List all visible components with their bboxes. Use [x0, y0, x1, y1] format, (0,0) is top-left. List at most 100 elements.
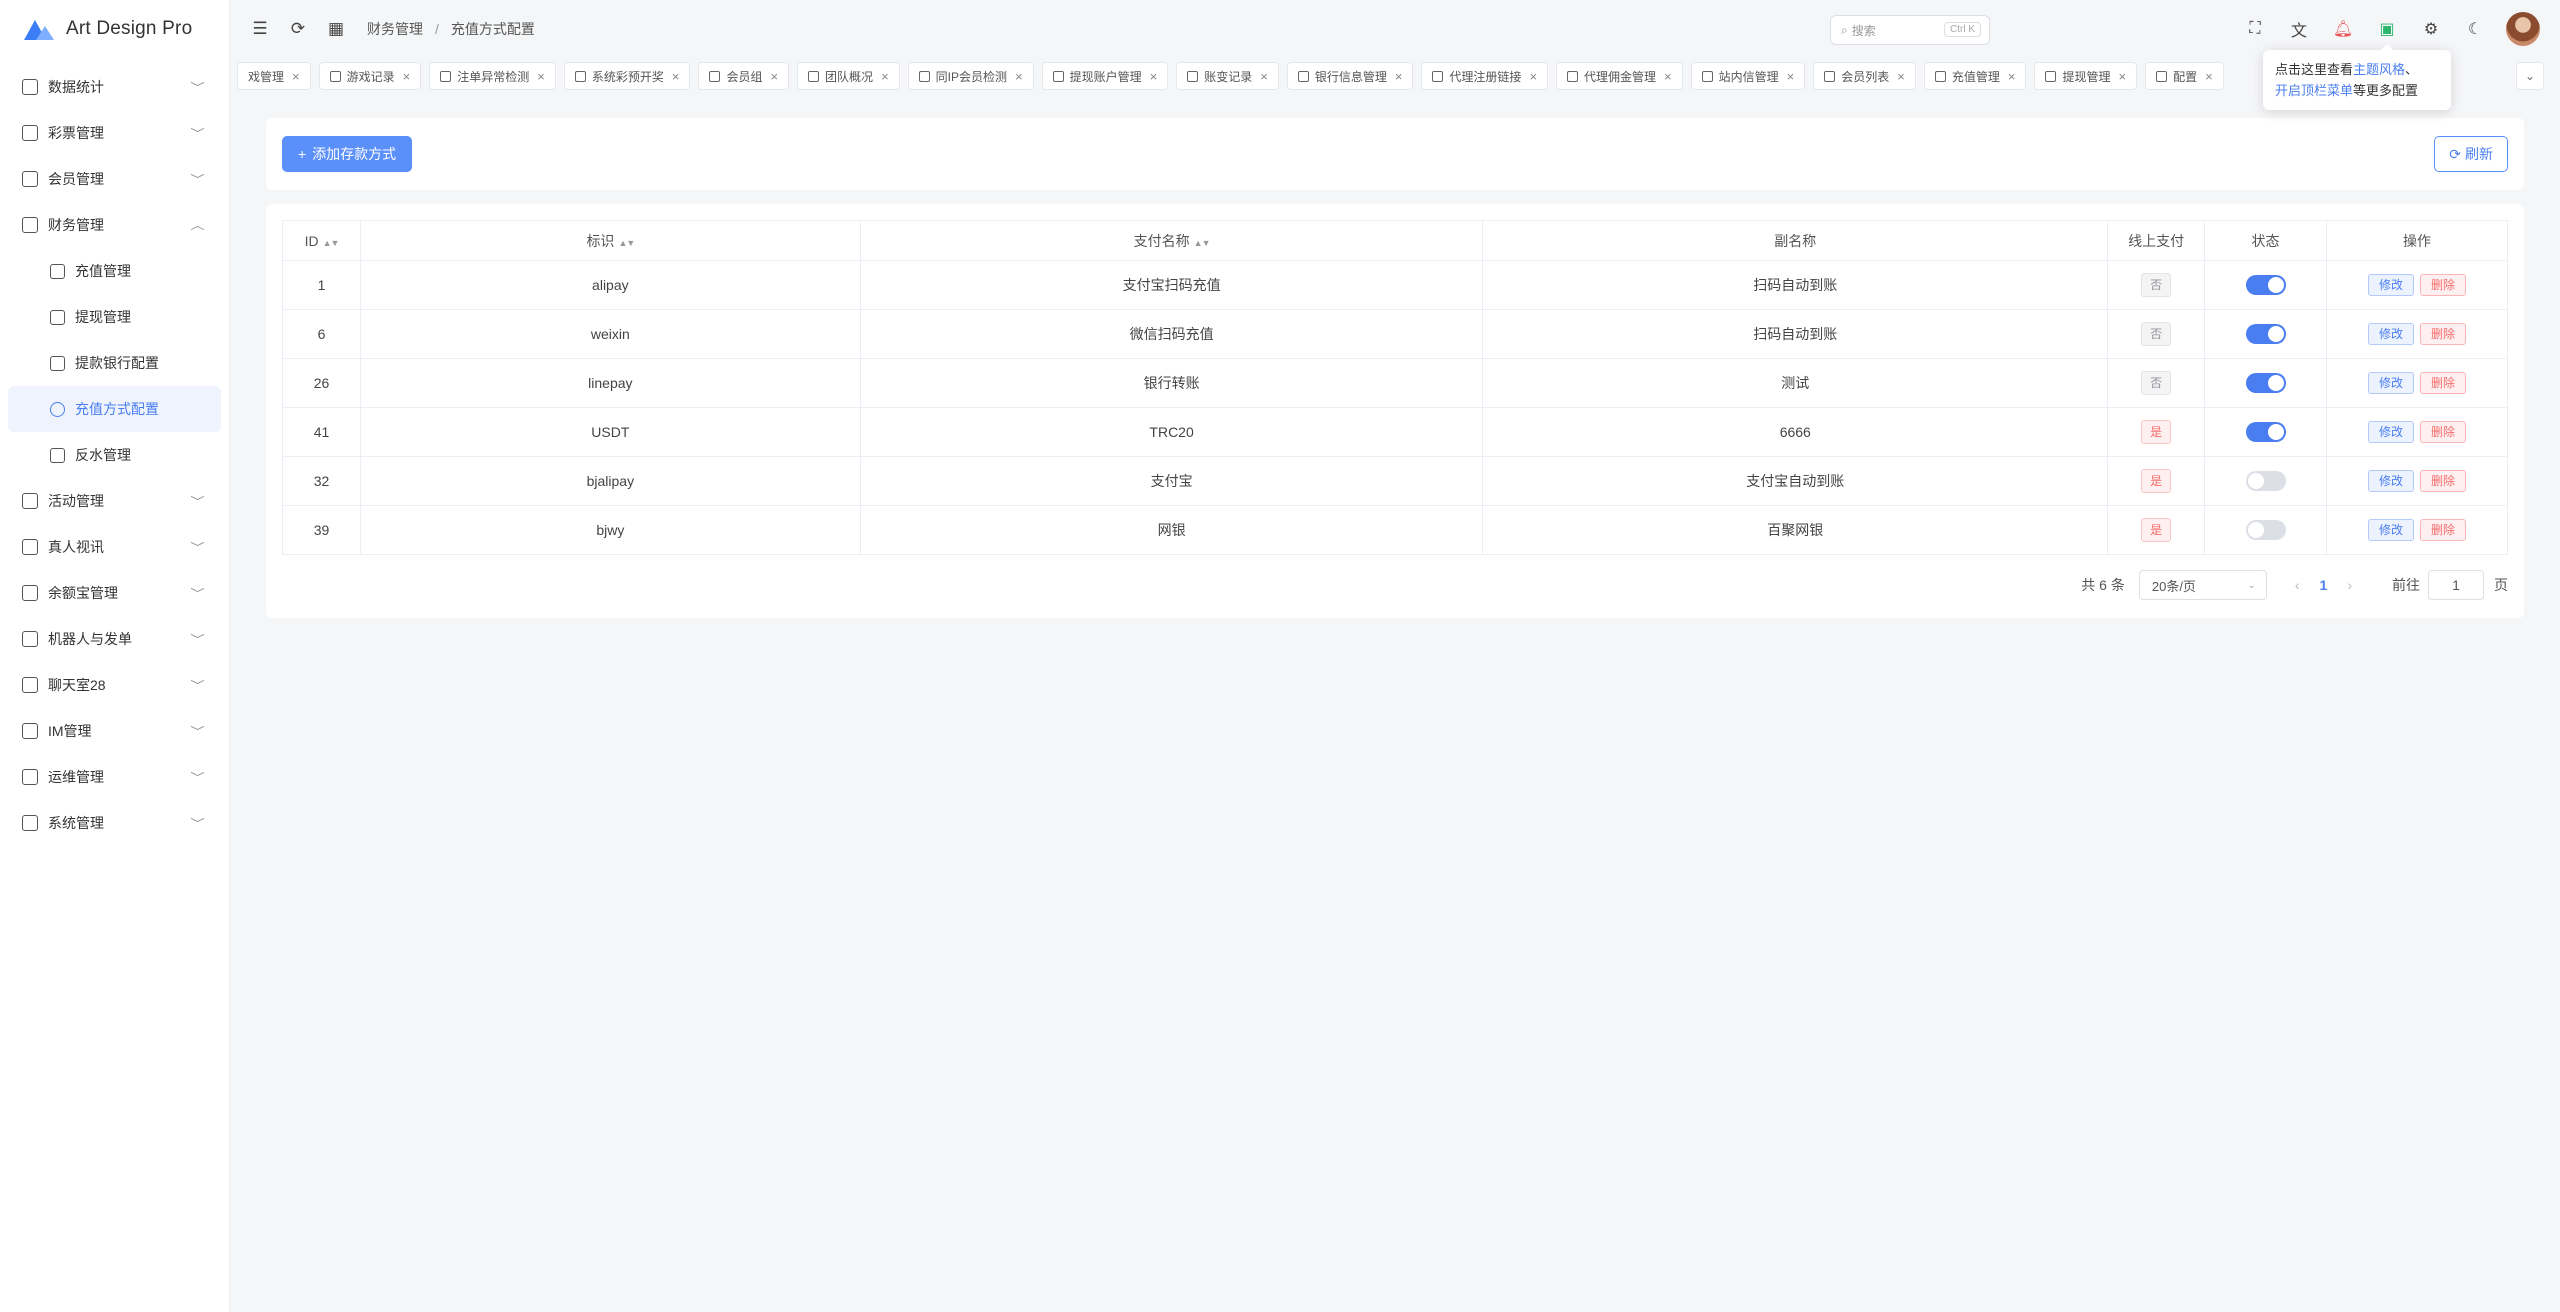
sidebar-subitem[interactable]: 充值方式配置: [8, 386, 221, 432]
close-icon[interactable]: ×: [1529, 69, 1537, 84]
tab[interactable]: 代理佣金管理 ×: [1556, 62, 1683, 90]
edit-button[interactable]: 修改: [2368, 470, 2415, 492]
tab[interactable]: 会员列表 ×: [1813, 62, 1916, 90]
sidebar-subitem[interactable]: 反水管理: [8, 432, 221, 478]
sidebar-item[interactable]: 聊天室28 ﹀: [0, 662, 229, 708]
top-menu-link[interactable]: 开启顶栏菜单: [2275, 83, 2353, 98]
sidebar-subitem[interactable]: 充值管理: [8, 248, 221, 294]
status-toggle[interactable]: [2245, 520, 2286, 540]
sidebar-item[interactable]: 会员管理 ﹀: [0, 156, 229, 202]
sort-icon[interactable]: ▲▼: [323, 238, 340, 248]
sidebar-subitem[interactable]: 提款银行配置: [8, 340, 221, 386]
menu-toggle-icon[interactable]: ☰: [251, 19, 269, 38]
column-header-name[interactable]: 支付名称 ▲▼: [859, 220, 1484, 261]
sidebar-item[interactable]: 余额宝管理 ﹀: [0, 570, 229, 616]
close-icon[interactable]: ×: [1260, 69, 1268, 84]
search-input[interactable]: ⌕ 搜索 Ctrl K: [1830, 15, 1990, 45]
tab[interactable]: 系统彩预开奖 ×: [563, 62, 691, 90]
sidebar-item[interactable]: 机器人与发单 ﹀: [0, 616, 229, 662]
chevron-down-icon[interactable]: ⌄: [2516, 62, 2544, 90]
tab[interactable]: 银行信息管理 ×: [1286, 62, 1414, 90]
delete-button[interactable]: 删除: [2420, 519, 2467, 541]
next-page-icon[interactable]: ›: [2347, 577, 2352, 593]
sidebar-item[interactable]: 真人视讯 ﹀: [0, 524, 229, 570]
edit-button[interactable]: 修改: [2368, 372, 2415, 394]
tab[interactable]: 游戏记录 ×: [318, 62, 422, 90]
close-icon[interactable]: ×: [292, 69, 300, 84]
notification-icon[interactable]: 🔔︎: [2332, 18, 2354, 40]
close-icon[interactable]: ×: [1787, 69, 1795, 84]
fullscreen-icon[interactable]: ⛶: [2244, 18, 2266, 40]
edit-button[interactable]: 修改: [2368, 323, 2415, 345]
column-header-code[interactable]: 标识 ▲▼: [359, 220, 861, 261]
edit-button[interactable]: 修改: [2368, 274, 2415, 296]
add-payment-method-button[interactable]: + 添加存款方式: [282, 136, 413, 172]
tab[interactable]: 戏管理 ×: [237, 62, 311, 90]
close-icon[interactable]: ×: [2008, 69, 2016, 84]
delete-button[interactable]: 删除: [2420, 274, 2467, 296]
delete-button[interactable]: 删除: [2420, 470, 2467, 492]
close-icon[interactable]: ×: [1015, 69, 1023, 84]
tab[interactable]: 充值管理 ×: [1923, 62, 2027, 90]
sidebar-item[interactable]: 活动管理 ﹀: [0, 478, 229, 524]
tab[interactable]: 账变记录 ×: [1176, 62, 1279, 90]
tab[interactable]: 配置 ×: [2145, 62, 2224, 90]
close-icon[interactable]: ×: [672, 69, 680, 84]
tab[interactable]: 团队概况 ×: [797, 62, 900, 90]
reload-icon[interactable]: ⟳: [289, 19, 307, 38]
edit-button[interactable]: 修改: [2368, 519, 2415, 541]
sidebar-item[interactable]: 数据统计 ﹀: [0, 64, 229, 110]
language-icon[interactable]: 文: [2288, 18, 2310, 40]
delete-button[interactable]: 删除: [2420, 372, 2467, 394]
sidebar-subitem[interactable]: 提现管理: [8, 294, 221, 340]
close-icon[interactable]: ×: [2205, 69, 2213, 84]
delete-button[interactable]: 删除: [2420, 421, 2467, 443]
status-toggle[interactable]: [2245, 422, 2286, 442]
close-icon[interactable]: ×: [2118, 69, 2126, 84]
tab[interactable]: 代理注册链接 ×: [1421, 62, 1549, 90]
tab[interactable]: 注单异常检测 ×: [429, 62, 556, 90]
tab[interactable]: 同IP会员检测 ×: [907, 62, 1034, 90]
edit-button[interactable]: 修改: [2368, 421, 2415, 443]
close-icon[interactable]: ×: [1664, 69, 1672, 84]
tab-label: 团队概况: [825, 69, 874, 84]
avatar[interactable]: [2506, 12, 2540, 46]
grid-icon[interactable]: ▦: [327, 19, 345, 38]
status-toggle[interactable]: [2245, 471, 2286, 491]
sidebar-item[interactable]: IM管理 ﹀: [0, 708, 229, 754]
tab[interactable]: 站内信管理 ×: [1690, 62, 1806, 90]
prev-page-icon[interactable]: ‹: [2295, 577, 2300, 593]
status-toggle[interactable]: [2245, 324, 2286, 344]
sidebar-item[interactable]: 系统管理 ﹀: [0, 800, 229, 846]
close-icon[interactable]: ×: [537, 69, 545, 84]
tab[interactable]: 会员组 ×: [698, 62, 790, 90]
refresh-button[interactable]: ⟳ 刷新: [2434, 136, 2508, 172]
settings-icon[interactable]: ⚙: [2420, 18, 2442, 40]
close-icon[interactable]: ×: [1150, 69, 1158, 84]
sort-icon[interactable]: ▲▼: [1194, 238, 1211, 248]
logo[interactable]: Art Design Pro: [0, 0, 229, 58]
close-icon[interactable]: ×: [881, 69, 889, 84]
current-page[interactable]: 1: [2320, 577, 2328, 593]
tab[interactable]: 提现管理 ×: [2034, 62, 2138, 90]
dark-mode-icon[interactable]: ☾: [2464, 18, 2486, 40]
close-icon[interactable]: ×: [770, 69, 778, 84]
chat-icon[interactable]: ▣: [2376, 18, 2398, 40]
page-size-select[interactable]: 20条/页 ⌄: [2138, 570, 2267, 600]
sidebar-item[interactable]: 财务管理 ︿: [0, 202, 229, 248]
sort-icon[interactable]: ▲▼: [618, 238, 635, 248]
delete-button[interactable]: 删除: [2420, 323, 2467, 345]
breadcrumb-item[interactable]: 财务管理: [367, 19, 423, 39]
tab[interactable]: 提现账户管理 ×: [1041, 62, 1169, 90]
status-toggle[interactable]: [2245, 373, 2286, 393]
goto-page-input[interactable]: 1: [2428, 570, 2484, 600]
sidebar-item[interactable]: 彩票管理 ﹀: [0, 110, 229, 156]
sidebar-item[interactable]: 运维管理 ﹀: [0, 754, 229, 800]
theme-style-link[interactable]: 主题风格: [2353, 62, 2405, 77]
column-header-id[interactable]: ID ▲▼: [282, 220, 361, 261]
close-icon[interactable]: ×: [1897, 69, 1905, 84]
close-icon[interactable]: ×: [1395, 69, 1403, 84]
tab-label: 系统彩预开奖: [591, 69, 664, 84]
status-toggle[interactable]: [2245, 275, 2286, 295]
close-icon[interactable]: ×: [403, 69, 411, 84]
